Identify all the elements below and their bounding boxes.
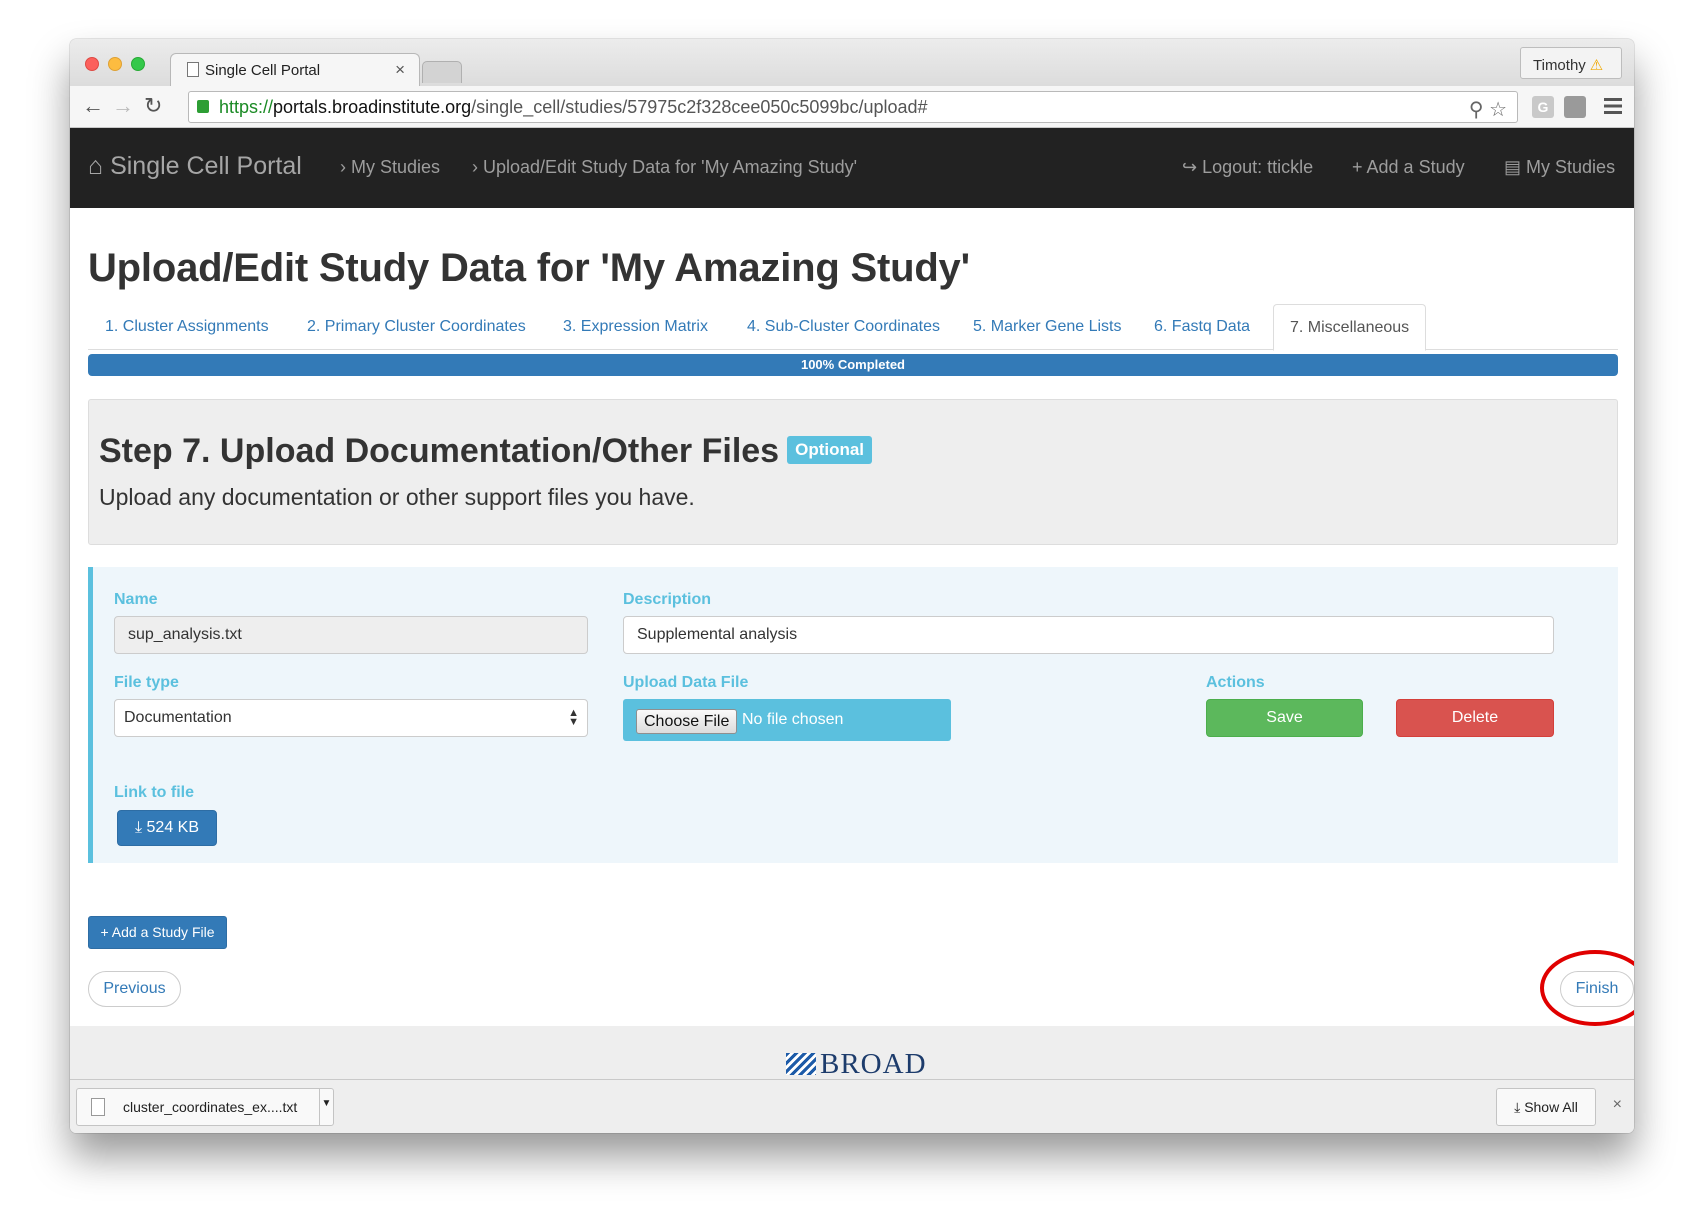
choose-file-button[interactable]: Choose File [636,709,738,734]
chevron-right-icon: › [472,157,478,177]
url-scheme: https:// [219,97,274,117]
brand-text: Single Cell Portal [110,152,302,180]
lock-icon [197,100,209,113]
add-study-label: Add a Study [1366,157,1465,177]
close-downloads-icon[interactable]: × [1613,1096,1622,1114]
previous-button[interactable]: Previous [88,971,181,1007]
show-all-label: Show All [1524,1099,1578,1115]
browser-toolbar: ← → ↻ https://portals.broadinstitute.org… [70,86,1634,128]
step-heading-text: Step 7. Upload Documentation/Other Files [99,432,780,470]
chevron-down-icon[interactable]: ▼ [319,1089,333,1125]
download-file-button[interactable]: ⤓ 524 KB [117,810,217,846]
study-file-form: Name sup_analysis.txt Description Supple… [88,567,1618,863]
download-size: 524 KB [146,819,199,836]
downloads-bar: cluster_coordinates_ex....txt ▼ ⤓ Show A… [70,1079,1634,1133]
download-item[interactable]: cluster_coordinates_ex....txt ▼ [76,1088,334,1126]
name-field: sup_analysis.txt [114,616,588,654]
logout-icon: ↪ [1182,157,1198,177]
download-icon: ⤓ [134,819,143,836]
profile-button[interactable]: Timothy ⚠ [1520,47,1622,79]
broad-logo-text: BROAD [820,1048,927,1080]
tab-sub-cluster-coordinates[interactable]: 4. Sub-Cluster Coordinates [747,304,940,350]
file-type-label: File type [114,674,179,691]
description-field[interactable]: Supplemental analysis [623,616,1554,654]
optional-badge: Optional [787,436,873,465]
finish-highlight-circle [1540,950,1634,1026]
breadcrumb-upload-label: Upload/Edit Study Data for 'My Amazing S… [483,157,858,177]
extension-g-icon[interactable]: G [1532,96,1554,118]
upload-file-control: Choose File No file chosen [623,699,951,741]
add-study-link[interactable]: + Add a Study [1352,157,1465,178]
book-icon: ▤ [1504,157,1522,177]
address-bar[interactable]: https://portals.broadinstitute.org/singl… [188,91,1518,123]
select-arrows-icon: ▲ ▼ [568,707,579,728]
tab-marker-gene-lists[interactable]: 5. Marker Gene Lists [973,304,1122,350]
description-label: Description [623,591,712,608]
broad-logo: BROAD [786,1048,927,1081]
step-header-panel: Step 7. Upload Documentation/Other Files… [88,399,1618,545]
browser-window: Single Cell Portal × Timothy ⚠ ← → ↻ http… [70,39,1634,1133]
tab-close-icon[interactable]: × [395,60,405,80]
delete-button[interactable]: Delete [1396,699,1554,737]
step-heading: Step 7. Upload Documentation/Other Files… [99,432,873,471]
progress-bar: 100% Completed [88,354,1618,376]
home-icon: ⌂ [88,152,104,180]
document-icon [91,1098,105,1116]
menu-icon[interactable] [1604,98,1622,114]
tab-miscellaneous[interactable]: 7. Miscellaneous [1273,304,1427,351]
logout-label: Logout: ttickle [1202,157,1314,177]
download-file-name: cluster_coordinates_ex....txt [123,1099,298,1115]
bookmark-star-icon[interactable]: ☆ [1489,99,1507,121]
file-type-value: Documentation [124,709,232,726]
tab-fastq-data[interactable]: 6. Fastq Data [1154,304,1250,350]
browser-tab-title: Single Cell Portal [205,62,321,79]
new-tab-button[interactable] [422,61,462,83]
close-window-button[interactable] [85,57,99,71]
tab-cluster-assignments[interactable]: 1. Cluster Assignments [105,304,269,350]
my-studies-link[interactable]: ▤ My Studies [1504,157,1615,178]
zoom-window-button[interactable] [131,57,145,71]
add-study-file-button[interactable]: + Add a Study File [88,916,227,949]
profile-name: Timothy [1533,57,1586,74]
step-description: Upload any documentation or other suppor… [99,484,695,510]
tab-primary-cluster-coordinates[interactable]: 2. Primary Cluster Coordinates [307,304,526,350]
page-footer: BROAD [70,1026,1634,1086]
tab-expression-matrix[interactable]: 3. Expression Matrix [563,304,708,350]
name-label: Name [114,591,158,608]
search-icon[interactable]: ⚲ [1469,99,1484,121]
plus-icon: + [100,924,109,940]
site-navbar: ⌂ Single Cell Portal › My Studies › Uplo… [70,128,1634,208]
download-icon: ⤓ [1514,1099,1521,1115]
upload-steps-tabs: 1. Cluster Assignments 2. Primary Cluste… [88,304,1618,351]
page-icon [187,62,199,77]
file-type-select[interactable]: Documentation ▲ ▼ [114,699,588,737]
warning-icon: ⚠ [1589,57,1604,74]
brand-link[interactable]: ⌂ Single Cell Portal [88,152,302,181]
logout-link[interactable]: ↪ Logout: ttickle [1182,157,1313,178]
url-path: /single_cell/studies/57975c2f328cee050c5… [471,97,928,117]
my-studies-label: My Studies [1526,157,1616,177]
broad-logo-icon [786,1053,816,1075]
save-button[interactable]: Save [1206,699,1363,737]
back-icon[interactable]: ← [82,94,104,118]
no-file-chosen-text: No file chosen [742,711,844,728]
chevron-right-icon: › [340,157,346,177]
page-title: Upload/Edit Study Data for 'My Amazing S… [88,246,970,290]
browser-tab-strip: Single Cell Portal × Timothy ⚠ [70,39,1634,86]
url-host: portals.broadinstitute.org [273,97,472,117]
forward-icon[interactable]: → [112,94,134,118]
upload-data-file-label: Upload Data File [623,674,749,691]
reload-icon[interactable]: ↻ [144,94,162,118]
breadcrumb-upload[interactable]: › Upload/Edit Study Data for 'My Amazing… [472,157,857,178]
browser-tab[interactable]: Single Cell Portal × [170,53,420,86]
actions-label: Actions [1206,674,1265,691]
link-to-file-label: Link to file [114,784,194,801]
add-study-file-label: Add a Study File [111,924,215,940]
minimize-window-button[interactable] [108,57,122,71]
show-all-downloads-button[interactable]: ⤓ Show All [1496,1088,1596,1126]
extension-icon[interactable] [1564,96,1586,118]
breadcrumb-my-studies-label: My Studies [351,157,441,177]
breadcrumb-my-studies[interactable]: › My Studies [340,157,440,178]
plus-icon: + [1352,157,1363,177]
